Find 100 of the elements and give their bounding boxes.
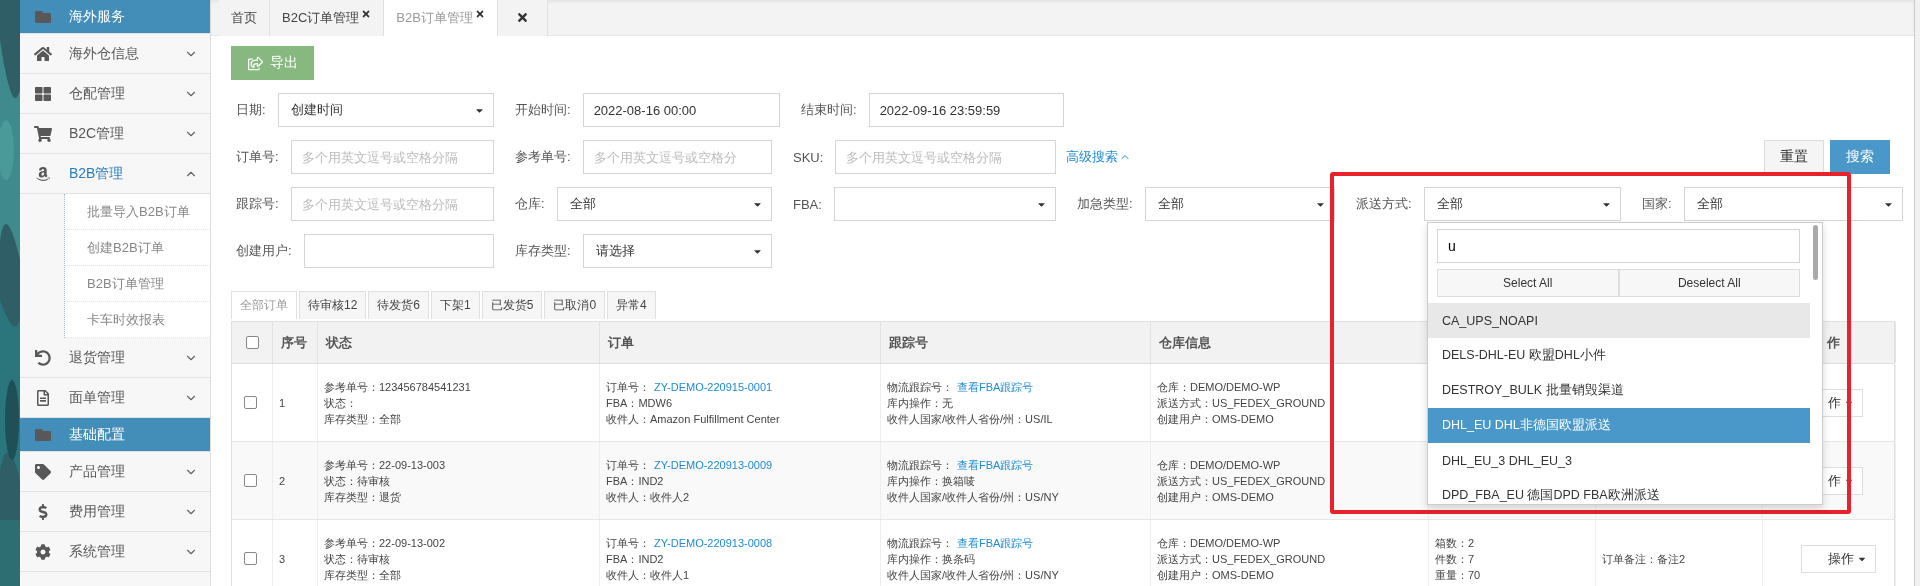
field-label: 库存类型:: [514, 242, 572, 260]
input-field[interactable]: 多个用英文逗号或空格分隔: [835, 140, 1056, 174]
status-tab[interactable]: 下架1: [431, 291, 480, 319]
select-field[interactable]: [833, 187, 1056, 221]
cell-text: 库存类型：全部: [324, 567, 401, 583]
sidebar-section[interactable]: 基础配置: [20, 418, 210, 452]
search-field[interactable]: u: [1437, 229, 1800, 263]
field-label: FBA:: [792, 196, 823, 212]
scrollbar-thumb[interactable]: [1813, 225, 1818, 280]
field-label: 加急类型:: [1076, 195, 1134, 213]
select-field[interactable]: 全部: [1423, 187, 1621, 221]
cell-text: 物流跟踪号：: [887, 535, 953, 551]
folder-icon: [34, 8, 52, 25]
undo-icon: [34, 349, 52, 366]
cell-text: 收件人：收件人2: [606, 489, 690, 505]
cell-text: 订单备注：备注2: [1602, 551, 1686, 567]
field-label: 参考单号:: [514, 148, 572, 166]
advanced-search-link[interactable]: 高级搜索: [1066, 148, 1131, 166]
reset-button[interactable]: 重置: [1764, 140, 1824, 174]
checkbox[interactable]: [244, 552, 257, 565]
status-tab[interactable]: 已发货5: [481, 291, 543, 319]
field-label: SKU:: [792, 149, 825, 165]
order-link[interactable]: 查看FBA跟踪号: [957, 378, 1034, 395]
close-icon[interactable]: [474, 9, 485, 19]
cell-text: 状态：: [324, 395, 357, 411]
cell-text: 参考单号：22-09-13-002: [324, 535, 446, 551]
export-icon: [247, 55, 263, 71]
cell-text: 收件人国家/收件人省份/州：US/NY: [887, 567, 1059, 583]
cell-text: 派送方式：US_FEDEX_GROUND: [1157, 473, 1326, 489]
cart-icon: [34, 125, 52, 142]
cell-text: 订单号：: [606, 379, 650, 395]
grid-icon: [34, 85, 52, 102]
checkbox[interactable]: [246, 336, 259, 349]
cell-text: 重量：70: [1435, 567, 1481, 583]
column-header: 状态: [326, 333, 352, 352]
close-icon[interactable]: [361, 9, 372, 19]
row-number: 3: [279, 551, 287, 567]
cell-text: 收件人国家/收件人省份/州：US/NY: [887, 489, 1059, 505]
column-header: 作: [1827, 333, 1840, 352]
row-number: 1: [279, 395, 287, 411]
document-icon: [34, 389, 52, 406]
select-field[interactable]: 全部: [556, 187, 772, 221]
cell-text: 创建用户：OMS-DEMO: [1157, 567, 1274, 583]
home-icon: [34, 45, 52, 62]
page-tab[interactable]: 首页: [219, 0, 270, 36]
select-field[interactable]: 请选择: [582, 234, 772, 268]
cell-text: 库存类型：全部: [324, 411, 401, 427]
cell-text: 库内操作：换箱唛: [887, 473, 975, 489]
order-link[interactable]: 查看FBA跟踪号: [957, 456, 1034, 473]
input-field[interactable]: 多个用英文逗号或空格分隔: [290, 140, 494, 174]
input-field[interactable]: 2022-08-16 00:00: [582, 93, 780, 127]
status-tab[interactable]: 异常4: [607, 291, 656, 319]
cell-text: 仓库：DEMO/DEMO-WP: [1157, 535, 1281, 551]
order-link[interactable]: ZY-DEMO-220913-0008: [654, 534, 773, 551]
input-field[interactable]: 多个用英文逗号或空格分隔: [290, 187, 494, 221]
column-header: 跟踪号: [889, 333, 928, 352]
amazon-icon: [34, 165, 52, 182]
checkbox[interactable]: [244, 396, 257, 409]
gear-icon: [34, 543, 52, 560]
sidebar-section[interactable]: 海外服务: [20, 0, 210, 34]
action-button[interactable]: 操作: [1801, 544, 1876, 573]
tag-icon: [34, 463, 52, 480]
folder-icon: [34, 426, 52, 443]
cell-text: 订单号：: [606, 457, 650, 473]
input-field[interactable]: 多个用英文逗号或空格分: [582, 140, 772, 174]
column-header: 订单: [608, 333, 634, 352]
status-tab[interactable]: 待审核12: [299, 291, 367, 319]
cell-text: 库内操作：无: [887, 395, 953, 411]
select-field[interactable]: 全部: [1144, 187, 1335, 221]
field-label: 创建用户:: [235, 242, 293, 260]
close-icon: [515, 11, 529, 24]
checkbox[interactable]: [244, 474, 257, 487]
field-label: 跟踪号:: [235, 195, 280, 213]
cell-text: FBA：MDW6: [606, 395, 672, 411]
page-tab[interactable]: [497, 0, 548, 36]
select-field[interactable]: 创建时间: [277, 93, 494, 127]
select-field[interactable]: 全部: [1683, 187, 1903, 221]
dropdown-option[interactable]: CA_UPS_NOAPI: [1428, 303, 1810, 338]
input-field[interactable]: [303, 234, 494, 268]
page-scrollbar[interactable]: [1914, 0, 1920, 586]
cell-text: 创建用户：OMS-DEMO: [1157, 411, 1274, 427]
cell-text: 派送方式：US_FEDEX_GROUND: [1157, 551, 1326, 567]
dropdown-option[interactable]: DPD_FBA_EU 德国DPD FBA欧洲派送: [1428, 478, 1810, 504]
cell-text: 参考单号：22-09-13-003: [324, 457, 446, 473]
page-tab[interactable]: B2C订单管理: [270, 0, 385, 36]
select-action-button[interactable]: Select All: [1437, 269, 1619, 297]
status-tab[interactable]: 待发货6: [368, 291, 430, 319]
cell-text: 仓库：DEMO/DEMO-WP: [1157, 457, 1281, 473]
cell-text: 仓库：DEMO/DEMO-WP: [1157, 379, 1281, 395]
status-tab[interactable]: 已取消0: [544, 291, 606, 319]
field-label: 开始时间:: [514, 101, 572, 119]
order-link[interactable]: ZY-DEMO-220913-0009: [654, 456, 773, 473]
select-action-button[interactable]: Deselect All: [1618, 269, 1800, 297]
column-header: 序号: [281, 333, 307, 352]
input-field[interactable]: 2022-09-16 23:59:59: [868, 93, 1064, 127]
order-link[interactable]: ZY-DEMO-220915-0001: [654, 378, 773, 395]
column-header: 仓库信息: [1159, 333, 1211, 352]
order-link[interactable]: 查看FBA跟踪号: [957, 534, 1034, 551]
cell-text: 收件人国家/收件人省份/州：US/IL: [887, 411, 1053, 427]
cell-text: 收件人：Amazon Fulfillment Center: [606, 411, 780, 427]
